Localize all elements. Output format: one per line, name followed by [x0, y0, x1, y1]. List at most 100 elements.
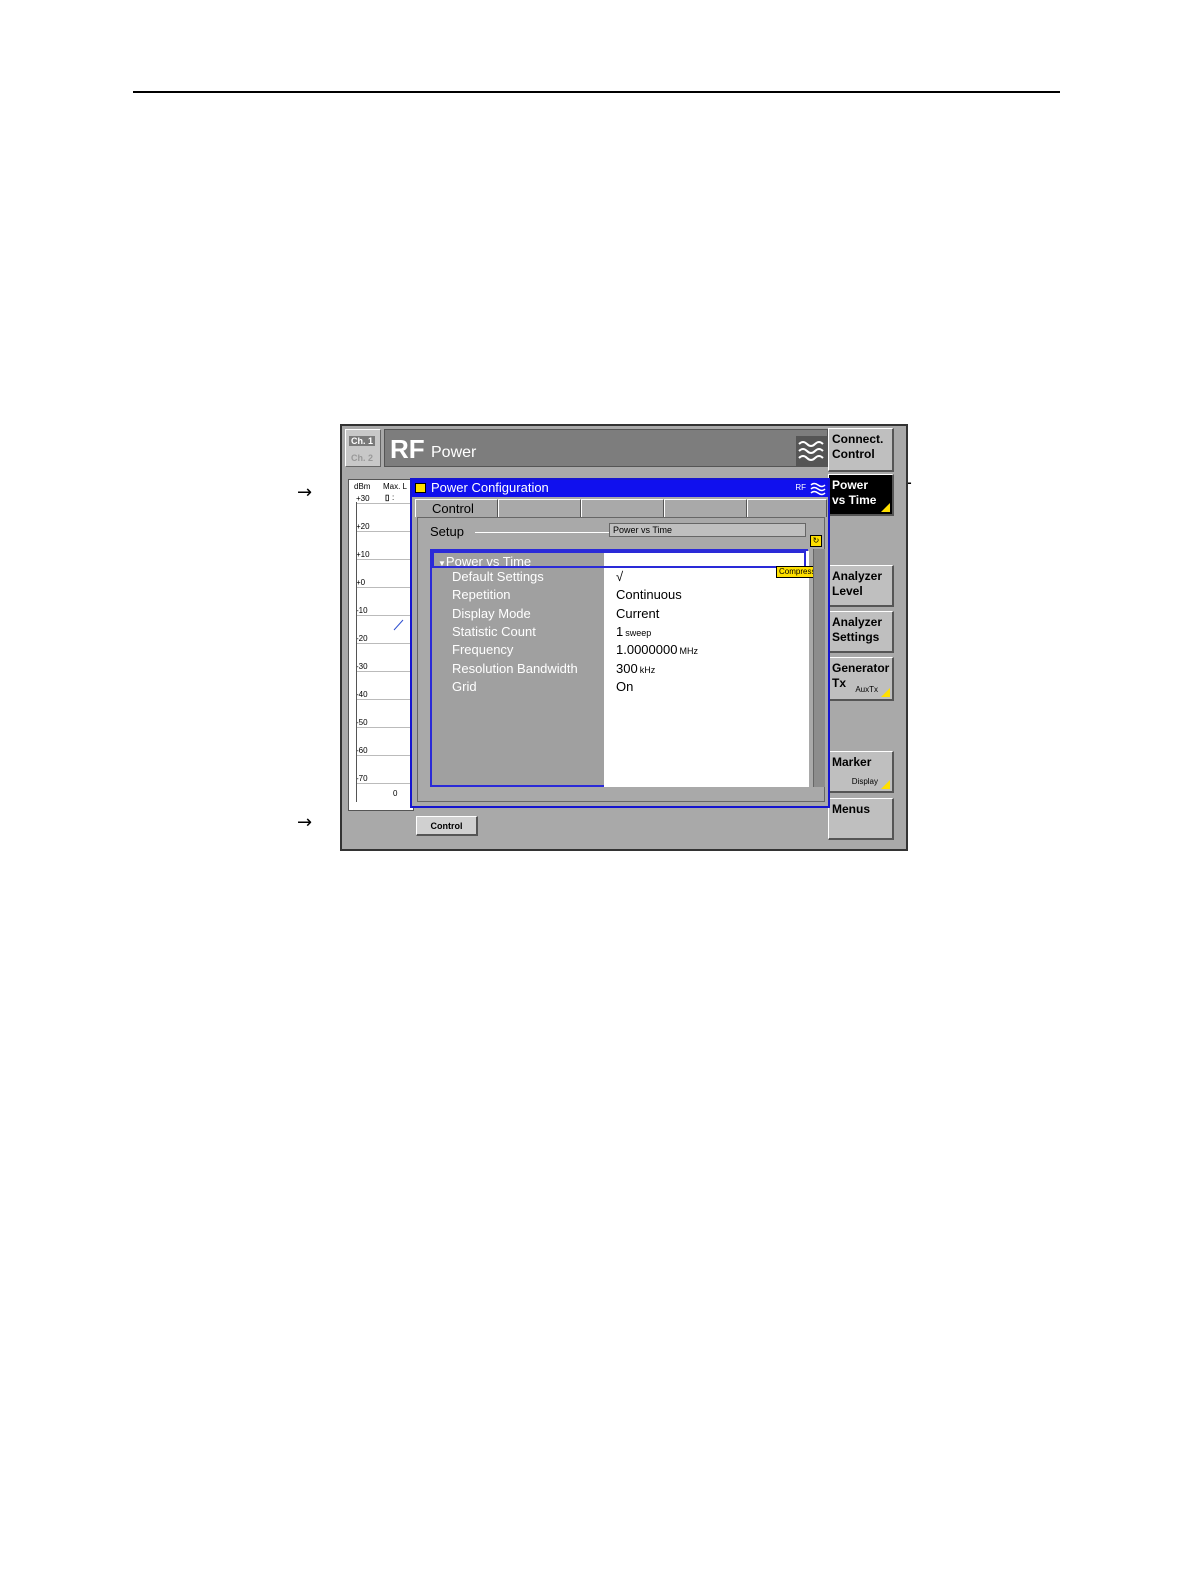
softkey-label: Level: [832, 584, 863, 598]
graph-mode: Max. L: [383, 482, 408, 491]
channel-selector[interactable]: Ch. 1 Ch. 2: [345, 429, 381, 467]
dialog-title-bar[interactable]: Power Configuration RF: [412, 480, 828, 497]
softkey-corner-icon: [881, 503, 890, 512]
setup-panel: Setup Power vs Time ↻ ▼Power vs Time Def…: [417, 517, 825, 802]
setting-label: Display Mode: [452, 605, 531, 621]
callout-arrow-right-icon: →: [297, 482, 313, 503]
y-axis: [356, 502, 357, 802]
rf-tag: RF: [795, 483, 806, 492]
grid-line: [356, 727, 413, 728]
y-tick-label: +20: [356, 522, 370, 531]
graph-unit: dBm: [354, 482, 371, 491]
grid-line: [356, 671, 413, 672]
grid-line: [356, 643, 413, 644]
y-tick-label: -20: [356, 634, 368, 643]
grid-line: [356, 531, 413, 532]
setting-label: Statistic Count: [452, 623, 536, 639]
control-hotkey[interactable]: Control: [416, 816, 478, 836]
y-tick-label: -30: [356, 662, 368, 671]
setting-value[interactable]: 1.0000000 MHz: [616, 642, 698, 657]
softkey-label: Analyzer: [832, 615, 883, 629]
softkey-corner-icon: [881, 780, 890, 789]
softkey-label: Control: [832, 447, 875, 461]
softkey-3[interactable]: Analyzer Level: [828, 565, 894, 607]
tab-5[interactable]: [747, 499, 827, 517]
grid-line: [356, 783, 413, 784]
refresh-icon[interactable]: ↻: [810, 535, 822, 547]
setting-value-text: Continuous: [616, 587, 682, 603]
setting-label: Default Settings: [452, 569, 544, 584]
tab-4[interactable]: [664, 499, 747, 517]
tab-control[interactable]: Control: [415, 499, 498, 517]
softkey-label: Generator: [832, 661, 890, 675]
softkey-label: Settings: [832, 630, 880, 644]
y-tick-label: +30: [356, 494, 370, 503]
setting-value-text: On: [616, 678, 634, 694]
y-tick-label: -10: [356, 606, 368, 615]
setting-label: Grid: [452, 678, 477, 694]
tree-header-label: Power vs Time: [445, 554, 532, 569]
setup-field[interactable]: Power vs Time: [609, 523, 806, 537]
channel-2-label[interactable]: Ch. 2: [351, 453, 373, 463]
tab-2[interactable]: [498, 499, 581, 517]
channel-1-label[interactable]: Ch. 1: [349, 436, 376, 446]
y-tick-label: -50: [356, 718, 368, 727]
setting-value-text: 1: [616, 623, 624, 639]
softkey-label: Marker: [832, 755, 872, 769]
softkey-2[interactable]: Power vs Time: [828, 474, 894, 516]
y-tick-label: -40: [356, 690, 368, 699]
grid-line: [356, 587, 413, 588]
setting-value[interactable]: √: [616, 569, 623, 584]
title-bar: RF Power: [384, 429, 864, 467]
softkey-6[interactable]: Marker Display: [828, 751, 894, 793]
setting-unit: MHz: [679, 646, 698, 657]
setup-group-label: Setup: [430, 524, 464, 539]
rf-signal-icon: [810, 482, 826, 496]
softkey-1[interactable]: Connect. Control: [828, 428, 894, 472]
callout-arrow-right-icon: →: [297, 812, 313, 833]
tab-3[interactable]: [581, 499, 664, 517]
softkey-4[interactable]: Analyzer Settings: [828, 611, 894, 653]
grid-line: [356, 503, 413, 504]
setting-value[interactable]: On: [616, 679, 633, 694]
setting-label: Resolution Bandwidth: [452, 660, 578, 676]
softkey-label: Connect.: [832, 432, 884, 446]
softkey-label: Power: [832, 478, 869, 492]
softkey-corner-icon: [881, 688, 890, 697]
y-tick-label: +10: [356, 550, 370, 559]
y-tick-label: -60: [356, 746, 368, 755]
page-top-rule: [133, 91, 1060, 93]
softkey-sublabel: AuxTx: [855, 685, 878, 694]
tree-node-power-vs-time[interactable]: ▼Power vs Time: [432, 551, 806, 569]
page-title: Power: [431, 444, 477, 461]
setting-value-text: Current: [616, 605, 660, 621]
setting-value-text: 1.0000000: [616, 642, 678, 658]
setting-value[interactable]: 1 sweep: [616, 624, 651, 639]
setting-unit: sweep: [625, 627, 652, 638]
x-axis-start: 0: [393, 789, 398, 798]
grid-line: [356, 699, 413, 700]
dialog-tabs: Control: [415, 499, 827, 517]
settings-tree: ▼Power vs Time Default Settings √ Repetiti…: [430, 549, 809, 787]
softkey-7[interactable]: Menus: [828, 798, 894, 840]
power-graph: dBm Max. L ▯ : +30 +20 +10 +0 -10 -20 -30 -40 -5…: [348, 479, 414, 811]
softkey-sublabel: Display: [851, 777, 878, 786]
trace-segment: [393, 619, 404, 631]
softkey-5[interactable]: Generator Tx AuxTx: [828, 657, 894, 701]
softkey-label: Menus: [832, 802, 871, 816]
grid-line: [356, 559, 413, 560]
setting-value[interactable]: Continuous: [616, 587, 682, 602]
setting-unit: kHz: [639, 664, 656, 675]
setting-value[interactable]: Current: [616, 606, 659, 621]
dialog-title: Power Configuration: [431, 480, 549, 495]
scrollbar[interactable]: [813, 549, 825, 787]
power-configuration-dialog: Power Configuration RF Control Setup Pow…: [410, 478, 830, 808]
expand-triangle-icon[interactable]: ▼: [438, 559, 446, 568]
setting-label: Repetition: [452, 587, 511, 603]
group-divider: [475, 532, 611, 533]
y-tick-label: -70: [356, 774, 368, 783]
minimize-icon[interactable]: [415, 483, 426, 493]
grid-line: [356, 615, 413, 616]
setting-value[interactable]: 300 kHz: [616, 661, 655, 676]
marker-icon: ▯: [385, 493, 390, 502]
